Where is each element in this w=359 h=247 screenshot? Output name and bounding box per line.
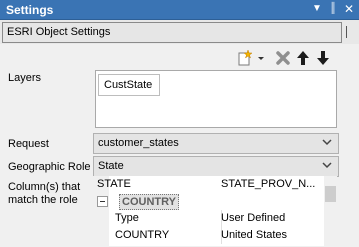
grid-row-value: United States [221,229,288,241]
grid-row-name: COUNTRY [115,229,170,241]
layer-item-label: CustState [104,79,153,91]
move-down-icon[interactable] [314,49,332,67]
collapse-icon[interactable] [97,196,108,207]
columns-label-line2: match the role [8,194,78,206]
layers-label: Layers [8,72,42,84]
move-up-icon[interactable] [294,49,312,67]
grid-scrollbar[interactable] [324,176,337,246]
geographic-role-label: Geographic Role [8,161,91,173]
grid-group-row[interactable]: COUNTRY [93,193,323,210]
chevron-down-icon [322,162,332,169]
splitter-handle[interactable] [346,26,347,38]
grid-row-value: STATE_PROV_N... [221,178,316,190]
grid-row[interactable]: Type User Defined [93,210,323,227]
add-layer-icon[interactable] [236,49,254,67]
delete-icon[interactable] [274,49,292,67]
chevron-down-icon [322,139,332,146]
request-select[interactable]: customer_states [93,133,339,154]
pin-icon[interactable]: ║ [326,2,340,16]
request-label: Request [8,138,49,150]
window-title: Settings [6,3,54,17]
columns-property-grid[interactable]: STATE STATE_PROV_N... COUNTRY Type User … [93,176,337,246]
close-icon[interactable]: ✕ [342,2,356,16]
dropdown-arrow-icon[interactable] [256,49,274,67]
settings-panel: Settings ▼ ║ ✕ ESRI Object Settings Laye… [0,0,359,247]
layers-toolbar [0,49,359,69]
grid-row-name: STATE [97,178,131,190]
geographic-role-value: State [98,160,124,172]
grid-group-label: COUNTRY [119,194,179,210]
layers-list[interactable]: CustState [95,70,337,128]
geographic-role-select[interactable]: State [93,156,339,177]
settings-form: Layers CustState Request customer_states… [0,68,359,247]
scrollbar-thumb[interactable] [325,186,336,202]
title-bar[interactable]: Settings ▼ ║ ✕ [0,0,359,20]
layer-item[interactable]: CustState [98,74,160,96]
dropdown-menu-icon[interactable]: ▼ [310,2,324,16]
grid-row-name: Type [115,212,139,224]
request-value: customer_states [98,137,179,149]
esri-object-settings-label: ESRI Object Settings [7,26,111,38]
esri-object-settings-tab[interactable]: ESRI Object Settings [2,22,342,43]
object-settings-bar: ESRI Object Settings [0,20,359,44]
columns-label-line1: Column(s) that [8,181,81,193]
grid-row-value: User Defined [221,212,286,224]
grid-row[interactable]: COUNTRY United States [93,227,323,244]
grid-row[interactable]: STATE STATE_PROV_N... [93,176,323,193]
